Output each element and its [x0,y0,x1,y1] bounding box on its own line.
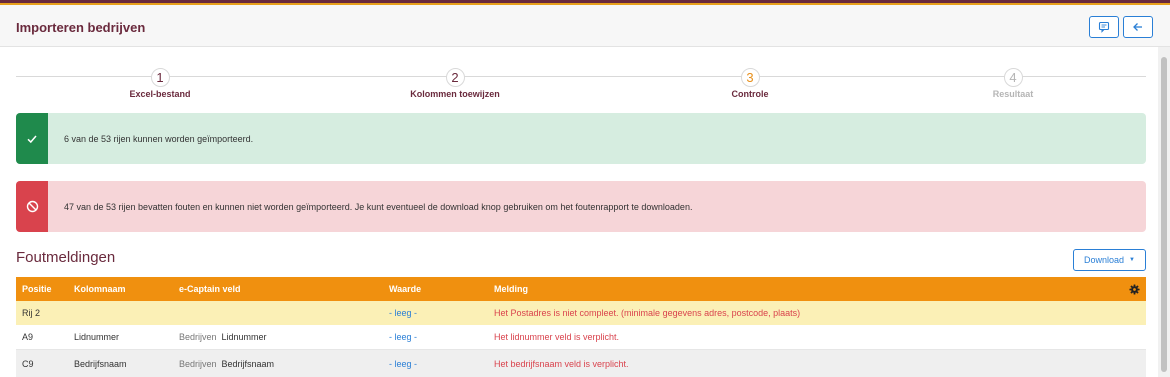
error-alert: 47 van de 53 rijen bevatten fouten en ku… [16,181,1146,232]
column-header[interactable]: Waarde [389,277,421,301]
cell-positie: C9 [22,358,34,369]
cell-waarde: - leeg - [389,332,418,342]
column-header[interactable]: e-Captain veld [179,277,241,301]
step-label: Resultaat [992,89,1034,99]
step-number: 4 [1003,68,1023,87]
page-header: Importeren bedrijven [0,5,1170,47]
scrollbar[interactable] [1158,47,1170,377]
step-kolommen-toewijzen: 2 Kolommen toewijzen [375,68,535,99]
step-resultaat: 4 Resultaat [933,68,1093,99]
cell-positie: Rij 2 [22,308,41,318]
column-header[interactable]: Kolomnaam [74,277,126,301]
cell-melding: Het bedrijfsnaam veld is verplicht. [494,358,629,369]
alert-icon-box [16,181,48,232]
download-button[interactable]: Download ▼ [1073,249,1146,271]
veld-prefix: Bedrijven [179,332,217,342]
cell-melding: Het Postadres is niet compleet. (minimal… [494,308,801,318]
step-label: Excel-bestand [129,89,191,99]
step-number: 3 [740,68,760,87]
caret-down-icon: ▼ [1129,257,1135,263]
cell-kolomnaam: Lidnummer [74,332,120,342]
check-icon [27,135,37,143]
success-alert: 6 van de 53 rijen kunnen worden geïmport… [16,113,1146,164]
download-label: Download [1084,255,1125,265]
cell-veld: Bedrijven Bedrijfsnaam [179,350,274,377]
veld-prefix: Bedrijven [179,358,217,369]
comment-icon [1098,21,1110,33]
cell-waarde: - leeg - [389,308,418,318]
veld-name: Lidnummer [221,332,267,342]
cell-waarde: - leeg - [389,358,418,369]
step-number: 2 [445,68,465,87]
step-controle: 3 Controle [670,68,830,99]
veld-name: Bedrijfsnaam [221,358,275,369]
success-alert-text: 6 van de 53 rijen kunnen worden geïmport… [64,134,254,144]
section-title: Foutmeldingen [16,249,116,266]
step-number: 1 [150,68,170,87]
table-row: C9 Bedrijfsnaam Bedrijven Bedrijfsnaam -… [16,350,1146,377]
alert-icon-box [16,113,48,164]
page-title: Importeren bedrijven [16,20,146,35]
back-button[interactable] [1123,16,1153,38]
table-settings-button[interactable] [1129,277,1140,301]
scrollbar-thumb[interactable] [1161,57,1167,372]
table-header: Positie Kolomnaam e-Captain veld Waarde … [16,277,1146,301]
feedback-button[interactable] [1089,16,1119,38]
column-header[interactable]: Melding [494,277,528,301]
cell-melding: Het lidnummer veld is verplicht. [494,332,620,342]
gear-icon [1129,283,1140,295]
table-row: A9 Lidnummer Bedrijven Lidnummer - leeg … [16,325,1146,350]
cell-veld [179,301,184,325]
step-excel-bestand: 1 Excel-bestand [80,68,240,99]
table-row: Rij 2 - leeg - Het Postadres is niet com… [16,301,1146,325]
cell-veld: Bedrijven Lidnummer [179,325,267,349]
cell-positie: A9 [22,332,34,342]
error-alert-text: 47 van de 53 rijen bevatten fouten en ku… [64,202,693,212]
cell-kolomnaam: Bedrijfsnaam [74,358,127,369]
step-label: Controle [731,89,769,99]
ban-icon [26,200,38,213]
step-label: Kolommen toewijzen [410,89,500,99]
arrow-left-icon [1133,23,1142,31]
column-header[interactable]: Positie [22,277,52,301]
